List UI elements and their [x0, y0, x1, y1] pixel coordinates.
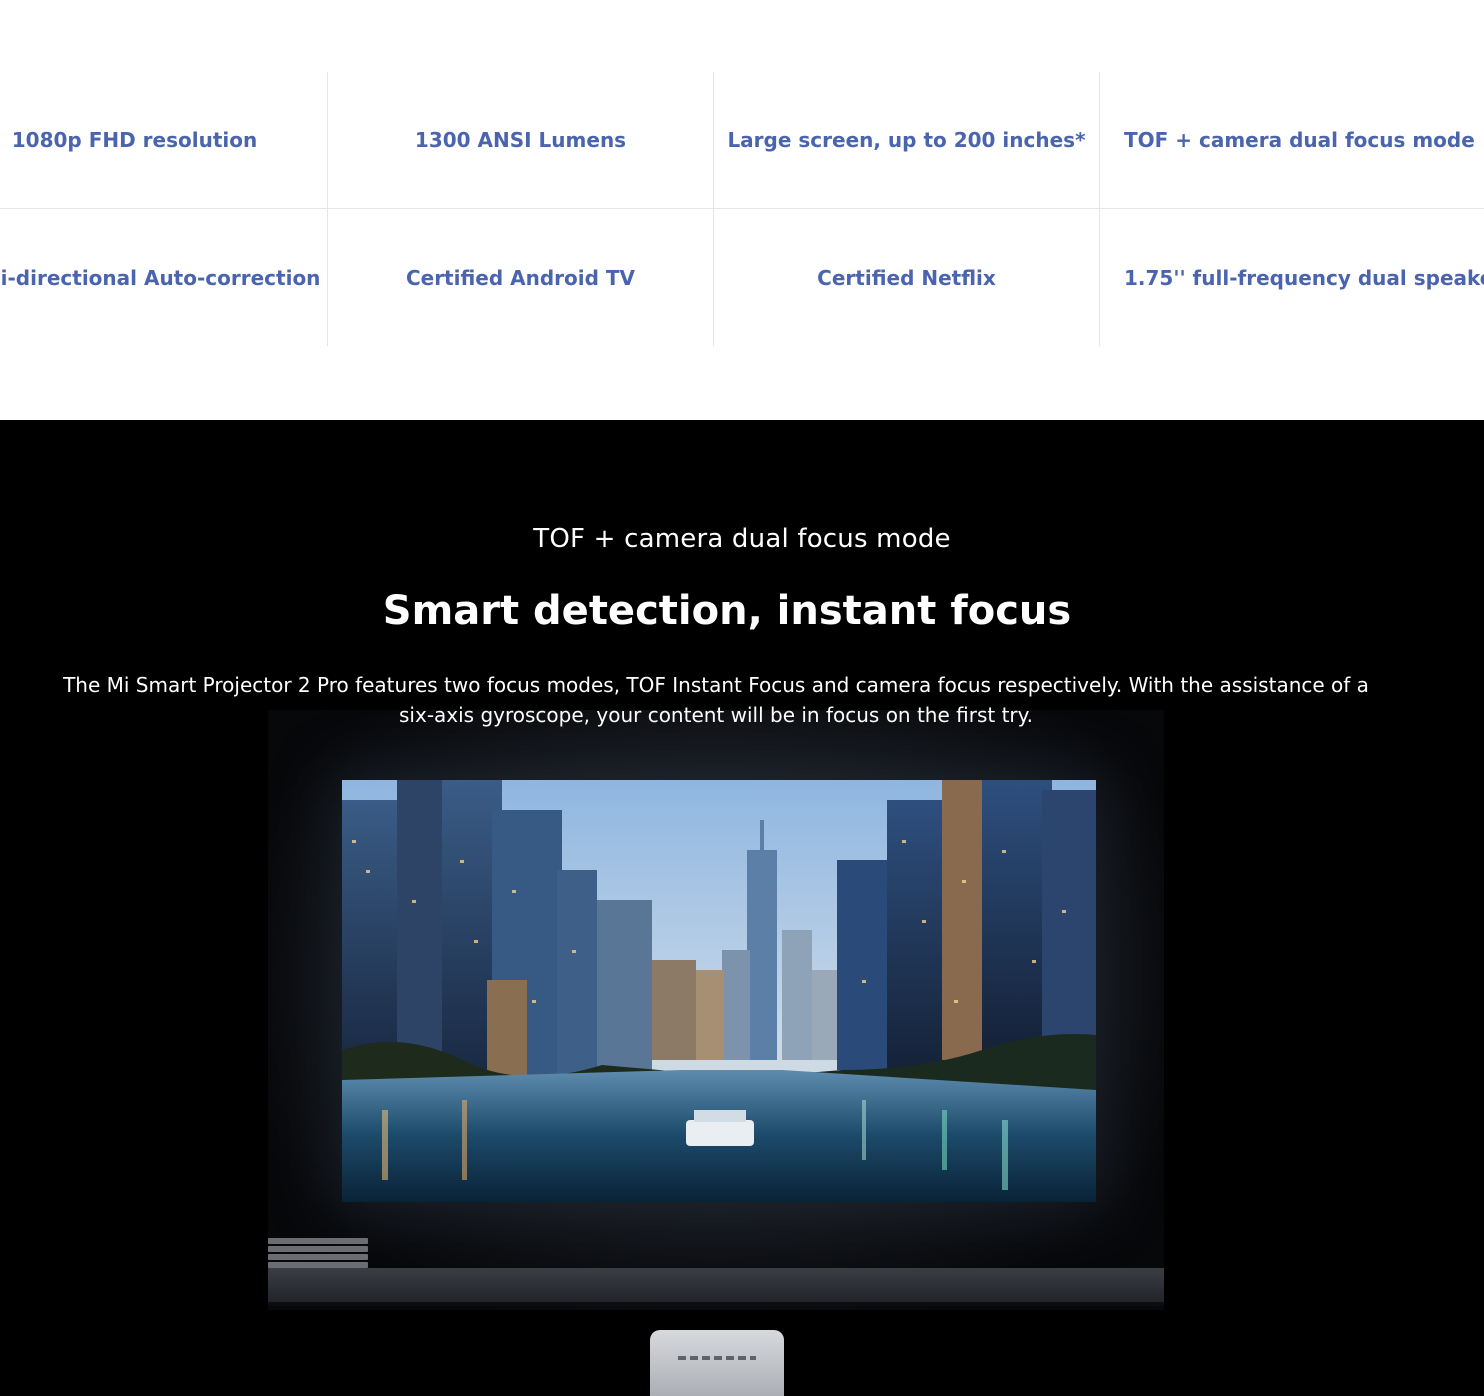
- feature-grid: 1080p FHD resolution 1300 ANSI Lumens La…: [0, 72, 1484, 346]
- projector-device: [650, 1330, 784, 1396]
- feature-cell: Omni-directional Auto-correction: [0, 209, 328, 346]
- books-stack: [268, 1238, 368, 1272]
- feature-cell: Certified Netflix: [714, 209, 1100, 346]
- shelf-edge: [268, 1302, 1164, 1306]
- tv-shelf: [268, 1268, 1164, 1302]
- feature-cell: Large screen, up to 200 inches*: [714, 72, 1100, 209]
- city-river-picture: [342, 780, 1096, 1202]
- feature-cell: TOF + camera dual focus mode: [1100, 72, 1484, 209]
- feature-cell: 1300 ANSI Lumens: [328, 72, 714, 209]
- feature-cell: 1.75'' full-frequency dual speakers: [1124, 265, 1484, 290]
- focus-section: TOF + camera dual focus mode Smart detec…: [0, 420, 1484, 1396]
- feature-grid-section: 1080p FHD resolution 1300 ANSI Lumens La…: [0, 0, 1484, 420]
- feature-cell: Certified Android TV: [328, 209, 714, 346]
- section-description: The Mi Smart Projector 2 Pro features tw…: [63, 673, 1369, 727]
- section-eyebrow: TOF + camera dual focus mode: [533, 524, 951, 554]
- projector-grill: [678, 1356, 756, 1360]
- feature-cell: 1080p FHD resolution: [0, 72, 328, 209]
- section-headline: Smart detection, instant focus: [382, 588, 1072, 634]
- projected-city-image: [342, 780, 1096, 1202]
